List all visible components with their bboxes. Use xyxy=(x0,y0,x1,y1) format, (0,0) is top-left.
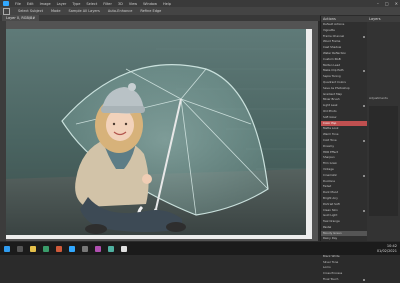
close-icon[interactable]: ✕ xyxy=(395,1,398,6)
option-mode[interactable]: Mode xyxy=(51,9,61,13)
layers-panel: Layers Adjustments xyxy=(367,16,400,241)
photoshop-taskbar-icon[interactable] xyxy=(69,245,75,252)
layers-panel-title[interactable]: Layers xyxy=(367,16,400,22)
maximize-icon[interactable]: □ xyxy=(385,1,389,6)
action-toggle-icon[interactable] xyxy=(363,209,365,212)
action-toggle-icon[interactable] xyxy=(363,174,365,177)
menu-select[interactable]: Select xyxy=(86,2,97,6)
menu-layer[interactable]: Layer xyxy=(57,2,67,6)
action-toggle-icon[interactable] xyxy=(363,35,365,38)
option-sample-all[interactable]: Sample All Layers xyxy=(69,9,100,13)
action-toggle-icon[interactable] xyxy=(363,70,365,73)
action-toggle-icon[interactable] xyxy=(363,139,365,142)
taskbar-clock[interactable]: 10:42 01/02/2021 xyxy=(377,244,397,253)
minimize-icon[interactable]: – xyxy=(377,1,379,6)
photo[interactable] xyxy=(6,29,306,235)
file-explorer-icon[interactable] xyxy=(30,245,36,252)
photoshop-logo-icon xyxy=(3,1,9,6)
menu-type[interactable]: Type xyxy=(72,2,80,6)
action-item[interactable]: Final Touch xyxy=(321,277,367,283)
app-icon-2[interactable] xyxy=(56,245,62,252)
action-toggle-icon[interactable] xyxy=(363,279,365,282)
menu-filter[interactable]: Filter xyxy=(103,2,112,6)
menu-3d[interactable]: 3D xyxy=(118,2,123,6)
action-toggle-icon[interactable] xyxy=(363,105,365,108)
options-bar: Select Subject Mode Sample All Layers Au… xyxy=(0,7,400,15)
app-icon-4[interactable] xyxy=(95,245,101,252)
taskbar-date: 01/02/2021 xyxy=(376,248,397,253)
adjustments-label[interactable]: Adjustments xyxy=(369,96,388,100)
menu-view[interactable]: View xyxy=(129,2,137,6)
layers-list xyxy=(369,106,398,216)
canvas-area[interactable] xyxy=(6,21,318,241)
menu-window[interactable]: Window xyxy=(143,2,157,6)
window-controls: – □ ✕ xyxy=(377,1,398,6)
taskbar: 10:42 01/02/2021 xyxy=(0,242,400,255)
menu-edit[interactable]: Edit xyxy=(27,2,34,6)
actions-panel: Actions Default Actions Vignette Frame Cha… xyxy=(320,16,367,282)
app-icon-1[interactable] xyxy=(43,245,49,252)
menu-help[interactable]: Help xyxy=(163,2,171,6)
app-icon-6[interactable] xyxy=(121,245,127,252)
quick-selection-tool-icon[interactable] xyxy=(3,7,10,15)
menu-image[interactable]: Image xyxy=(40,2,51,6)
start-icon[interactable] xyxy=(4,245,10,252)
option-select-subject[interactable]: Select Subject xyxy=(18,9,43,13)
option-auto-enhance[interactable]: Auto-Enhance xyxy=(108,9,133,13)
photo-girl-umbrella xyxy=(6,29,306,235)
menu-bar: File Edit Image Layer Type Select Filter… xyxy=(0,0,400,7)
option-refine-edge[interactable]: Refine Edge xyxy=(140,9,161,13)
app-icon-5[interactable] xyxy=(108,245,114,252)
app-icon-3[interactable] xyxy=(82,245,88,252)
menu-file[interactable]: File xyxy=(15,2,21,6)
search-icon[interactable] xyxy=(17,245,23,252)
